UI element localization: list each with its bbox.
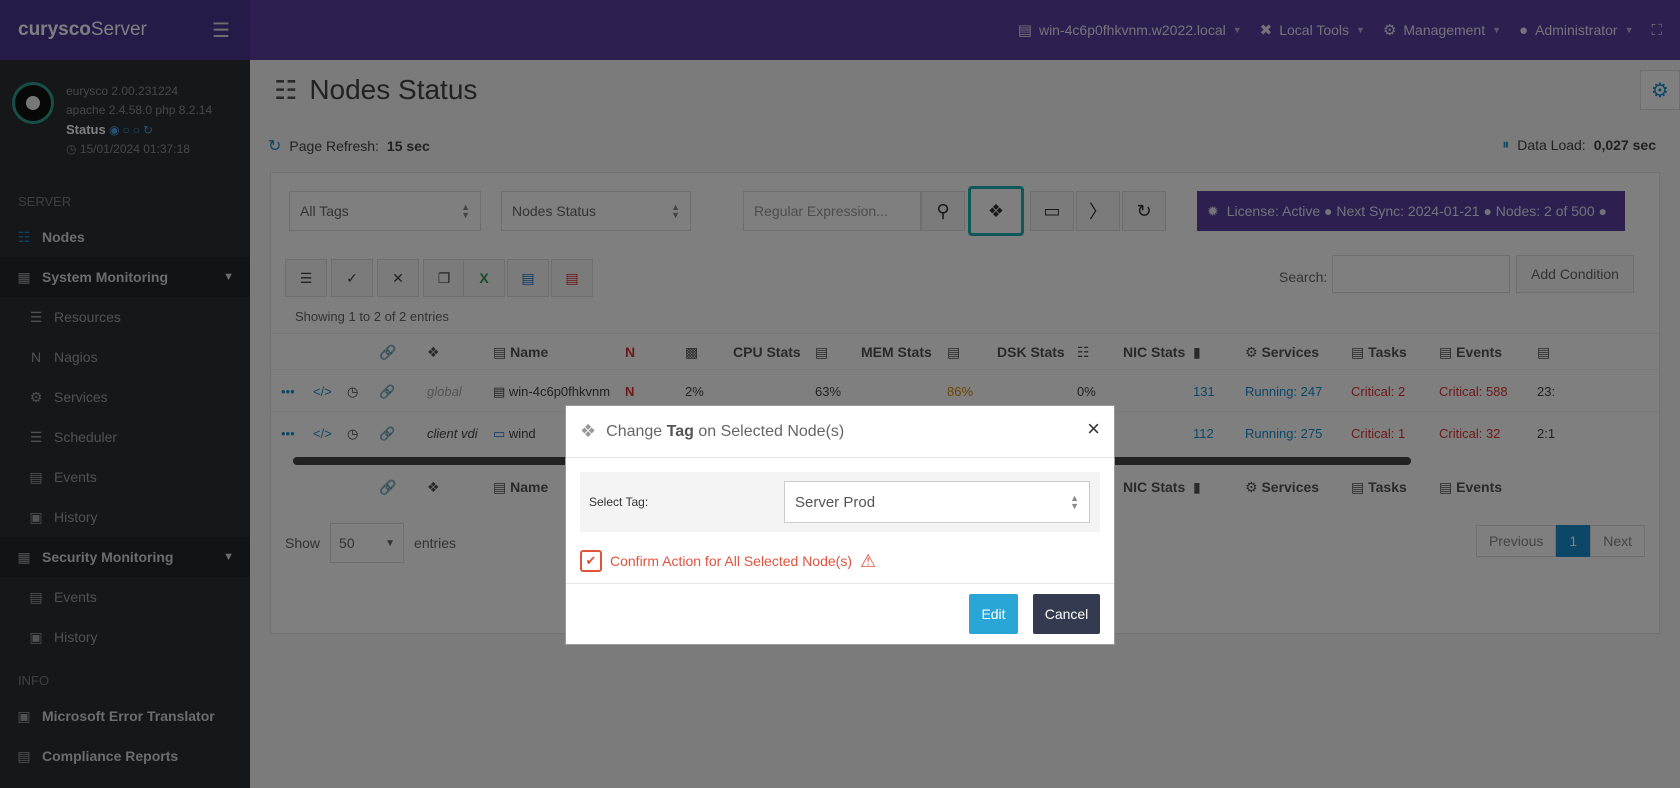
close-icon[interactable]: × (1087, 416, 1100, 442)
change-tag-modal: ❖ Change Tag on Selected Node(s) × Selec… (565, 405, 1115, 645)
warning-icon: ⚠ (860, 550, 877, 571)
confirm-checkbox[interactable]: ✔ (580, 550, 602, 572)
confirm-row: ✔ Confirm Action for All Selected Node(s… (580, 550, 1100, 572)
modal-footer: Edit Cancel (566, 583, 1114, 644)
modal-title: Change Tag on Selected Node(s) (606, 422, 845, 440)
select-tag-row: Select Tag: Server Prod ▲ ▼ (580, 472, 1100, 532)
confirm-label[interactable]: Confirm Action for All Selected Node(s) (610, 553, 852, 569)
modal-backdrop[interactable] (0, 0, 1680, 788)
select-tag-label: Select Tag: (589, 495, 649, 509)
cancel-button[interactable]: Cancel (1033, 594, 1100, 634)
modal-header: ❖ Change Tag on Selected Node(s) × (566, 406, 1114, 458)
tags-icon: ❖ (580, 421, 597, 441)
edit-button[interactable]: Edit (969, 594, 1018, 634)
tag-select[interactable]: Server Prod ▲ ▼ (784, 481, 1090, 523)
